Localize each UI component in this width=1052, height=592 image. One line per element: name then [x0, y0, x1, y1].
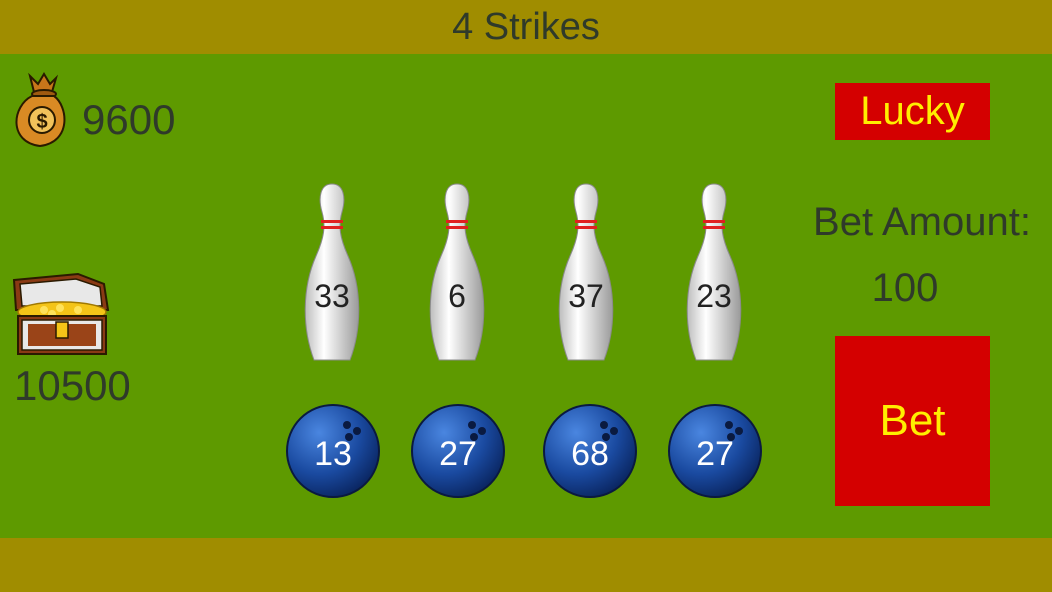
bottom-bar	[0, 538, 1052, 592]
bet-amount-value[interactable]: 100	[830, 266, 980, 311]
ball-number: 68	[571, 435, 609, 473]
ball-number: 13	[314, 435, 352, 473]
bowling-ball-2[interactable]: 27	[410, 403, 506, 499]
bet-amount-label: Bet Amount:	[813, 200, 1031, 244]
money-value: 9600	[82, 96, 176, 143]
money-bag-icon: $	[8, 72, 72, 150]
pin-number: 23	[696, 278, 732, 314]
bowling-pin-3[interactable]: 37	[554, 182, 618, 364]
svg-text:$: $	[36, 111, 47, 133]
pin-number: 33	[314, 278, 350, 314]
bowling-pin-4[interactable]: 23	[682, 182, 746, 364]
pin-number: 37	[568, 278, 604, 314]
pin-number: 6	[448, 278, 466, 314]
bowling-ball-3[interactable]: 68	[542, 403, 638, 499]
game-title: 4 Strikes	[452, 6, 600, 48]
ball-number: 27	[696, 435, 734, 473]
lucky-button[interactable]: Lucky	[835, 83, 990, 140]
bowling-ball-4[interactable]: 27	[667, 403, 763, 499]
bowling-pin-2[interactable]: 6	[425, 182, 489, 364]
bet-button[interactable]: Bet	[835, 336, 990, 506]
ball-number: 27	[439, 435, 477, 473]
bowling-pin-1[interactable]: 33	[300, 182, 364, 364]
bowling-ball-1[interactable]: 13	[285, 403, 381, 499]
treasure-chest-icon	[8, 270, 112, 358]
treasure-value: 10500	[14, 362, 131, 409]
